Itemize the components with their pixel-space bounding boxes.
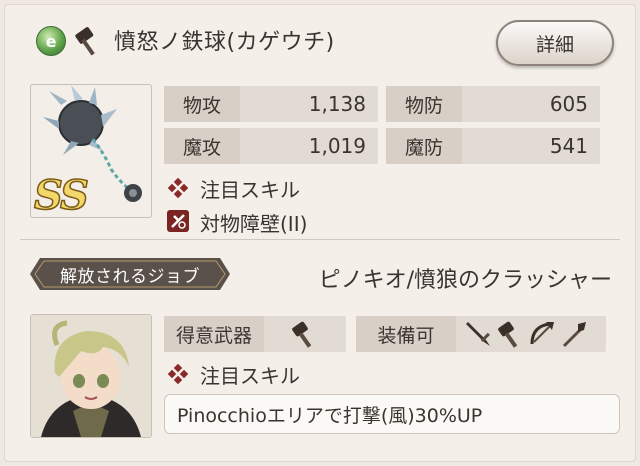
rank-badge: SS xyxy=(33,171,89,220)
spear-icon xyxy=(562,322,586,348)
job-skill-description: Pinocchioエリアで打撃(風)30%UP xyxy=(164,394,620,434)
hammer-icon xyxy=(498,321,518,348)
stat-physical-defense: 物防 605 xyxy=(386,86,600,122)
stat-magic-attack: 魔攻 1,019 xyxy=(164,128,378,164)
job-skill-label: 注目スキル xyxy=(200,364,300,388)
skill-label: 注目スキル xyxy=(200,178,300,202)
character-avatar xyxy=(31,315,151,437)
job-name: ピノキオ/憤狼のクラッシャー xyxy=(318,268,612,293)
character-portrait xyxy=(30,314,152,438)
job-ribbon-label: 解放されるジョブ xyxy=(60,266,200,287)
hammer-icon xyxy=(75,27,95,56)
stat-label: 魔攻 xyxy=(164,128,240,164)
divider xyxy=(20,239,620,240)
equippable-label: 装備可 xyxy=(356,316,456,352)
stat-magic-defense: 魔防 541 xyxy=(386,128,600,164)
stat-value: 1,019 xyxy=(308,134,366,158)
stat-value: 1,138 xyxy=(308,92,366,116)
stat-value: 541 xyxy=(549,134,588,158)
detail-button[interactable]: 詳細 xyxy=(496,20,614,66)
equippable-row: 装備可 xyxy=(356,316,606,352)
weapon-name: 憤怒ノ鉄球(カゲウチ) xyxy=(114,30,335,55)
favorite-weapon-row: 得意武器 xyxy=(164,316,346,352)
cross-skill-icon xyxy=(168,364,188,384)
barrier-skill-icon xyxy=(167,210,189,232)
stat-value: 605 xyxy=(549,92,588,116)
stat-label: 物攻 xyxy=(164,86,240,122)
stat-label: 魔防 xyxy=(386,128,462,164)
element-icon: e xyxy=(36,26,66,56)
hammer-icon xyxy=(292,321,312,348)
job-ribbon: 解放されるジョブ xyxy=(30,258,230,290)
cross-skill-icon xyxy=(168,178,188,198)
sword-icon xyxy=(466,322,490,346)
favorite-weapon-label: 得意武器 xyxy=(164,316,264,352)
skill-label: 対物障壁(II) xyxy=(200,212,308,236)
stat-label: 物防 xyxy=(386,86,462,122)
bow-icon xyxy=(530,322,554,345)
stat-physical-attack: 物攻 1,138 xyxy=(164,86,378,122)
